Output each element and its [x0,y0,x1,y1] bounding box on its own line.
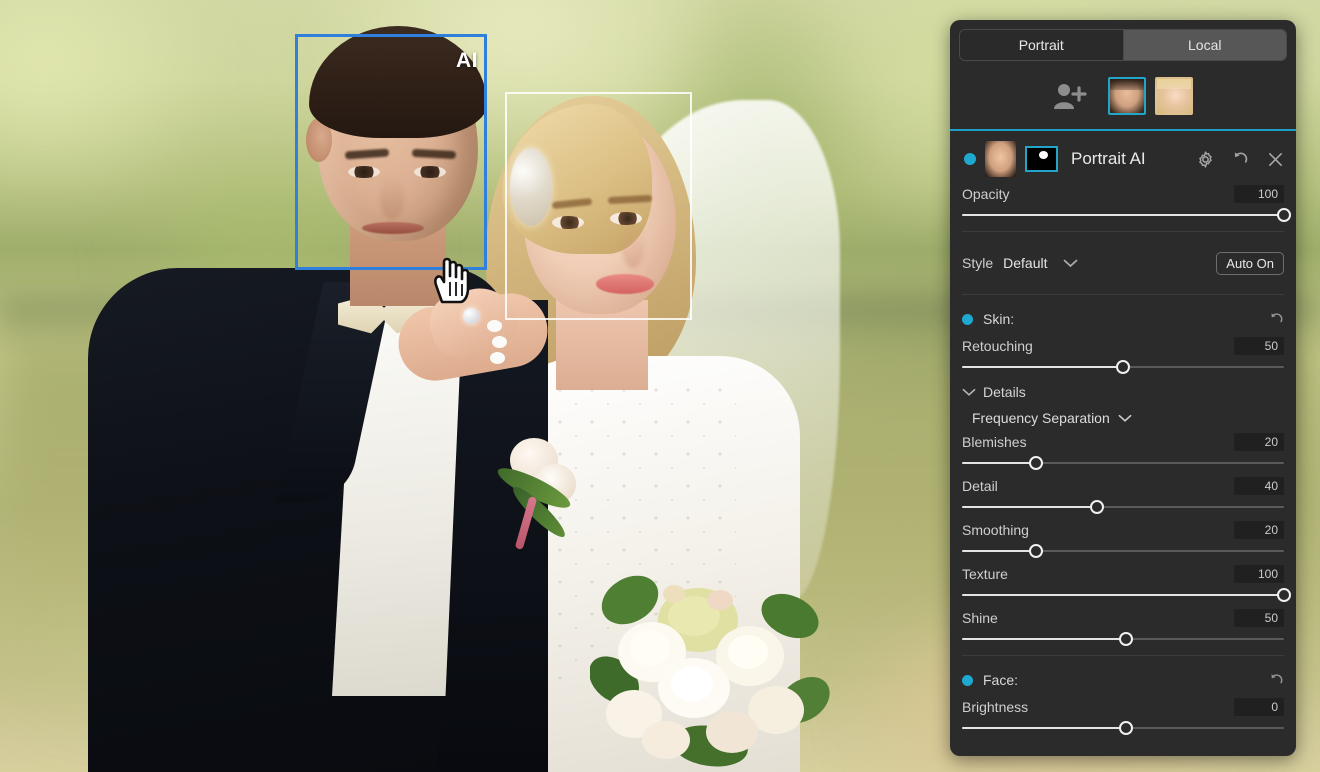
divider [962,655,1284,656]
shine-row: Shine 50 [950,607,1296,629]
blemishes-row: Blemishes 20 [950,431,1296,453]
layer-face-thumbnail[interactable] [985,141,1016,177]
texture-value[interactable]: 100 [1234,565,1284,583]
auto-toggle-button[interactable]: Auto On [1216,251,1284,275]
brightness-label: Brightness [962,699,1029,715]
face-detection-box-selected[interactable]: AI [295,34,487,270]
bride-ring [463,308,479,324]
blemishes-value[interactable]: 20 [1234,433,1284,451]
brightness-value[interactable]: 0 [1234,698,1284,716]
tab-local[interactable]: Local [1122,30,1286,60]
skin-enabled-dot[interactable] [962,313,973,325]
tab-portrait[interactable]: Portrait [960,30,1123,60]
details-mode-row[interactable]: Frequency Separation [950,405,1296,431]
texture-slider[interactable] [962,587,1291,603]
detail-value[interactable]: 40 [1234,477,1284,495]
texture-row: Texture 100 [950,563,1296,585]
reset-icon[interactable] [1232,151,1249,168]
gear-icon[interactable] [1197,150,1214,168]
face-thumbnail-bride[interactable] [1155,77,1193,115]
layer-mask-thumbnail[interactable] [1025,146,1058,172]
retouching-label: Retouching [962,338,1033,354]
divider [962,294,1284,295]
bride-fingernail [487,320,502,332]
blemishes-slider[interactable] [962,455,1284,471]
style-row[interactable]: Style Default Auto On [950,240,1296,286]
opacity-value[interactable]: 100 [1234,185,1284,203]
ai-badge-label: AI [456,49,478,72]
tab-portrait-label: Portrait [1018,37,1064,53]
brightness-slider[interactable] [962,720,1284,736]
portrait-ai-panel[interactable]: Portrait Local Portrait AI Opacity 100 S… [950,20,1296,756]
shine-slider[interactable] [962,631,1284,647]
retouching-row: Retouching 50 [950,335,1296,357]
layer-title: Portrait AI [1071,149,1146,168]
opacity-slider[interactable] [962,207,1291,223]
layer-header-row[interactable]: Portrait AI [950,131,1296,183]
details-label: Details [983,384,1026,400]
style-label: Style [962,255,994,271]
bridal-bouquet [590,575,830,767]
shine-value[interactable]: 50 [1234,609,1284,627]
pointing-hand-cursor [434,257,470,304]
layer-enabled-dot[interactable] [964,153,976,165]
chevron-down-icon[interactable] [1118,414,1132,423]
shine-label: Shine [962,610,998,626]
divider [962,231,1284,232]
smoothing-label: Smoothing [962,522,1029,538]
detail-label: Detail [962,478,998,494]
retouching-value[interactable]: 50 [1234,337,1284,355]
detail-row: Detail 40 [950,475,1296,497]
face-enabled-dot[interactable] [962,674,973,686]
face-thumbnail-groom[interactable] [1108,77,1146,115]
detail-slider[interactable] [962,499,1284,515]
reset-icon[interactable] [1269,673,1284,688]
reset-icon[interactable] [1269,312,1284,327]
opacity-row: Opacity 100 [950,183,1296,205]
bride-fingernail [490,352,505,364]
details-mode-value[interactable]: Frequency Separation [972,410,1110,426]
close-icon[interactable] [1267,151,1284,168]
retouching-slider[interactable] [962,359,1284,375]
smoothing-value[interactable]: 20 [1234,521,1284,539]
brightness-row: Brightness 0 [950,696,1296,718]
texture-label: Texture [962,566,1008,582]
panel-tab-strip[interactable]: Portrait Local [959,29,1287,61]
face-group-label: Face: [983,672,1019,688]
face-detection-box-secondary[interactable] [505,92,692,320]
bride-fingernail [492,336,507,348]
boutonniere [493,430,590,551]
style-value[interactable]: Default [1003,255,1047,271]
chevron-down-icon[interactable] [1063,259,1078,268]
smoothing-slider[interactable] [962,543,1284,559]
face-selector-row[interactable] [950,67,1296,131]
blemishes-label: Blemishes [962,434,1027,450]
details-subsection-header[interactable]: Details [950,379,1296,405]
chevron-down-icon[interactable] [962,388,976,397]
smoothing-row: Smoothing 20 [950,519,1296,541]
add-person-icon[interactable] [1053,82,1087,110]
group-header-face[interactable]: Face: [950,664,1296,696]
tab-local-label: Local [1188,37,1222,53]
skin-group-label: Skin: [983,311,1015,327]
group-header-skin[interactable]: Skin: [950,303,1296,335]
opacity-label: Opacity [962,186,1010,202]
